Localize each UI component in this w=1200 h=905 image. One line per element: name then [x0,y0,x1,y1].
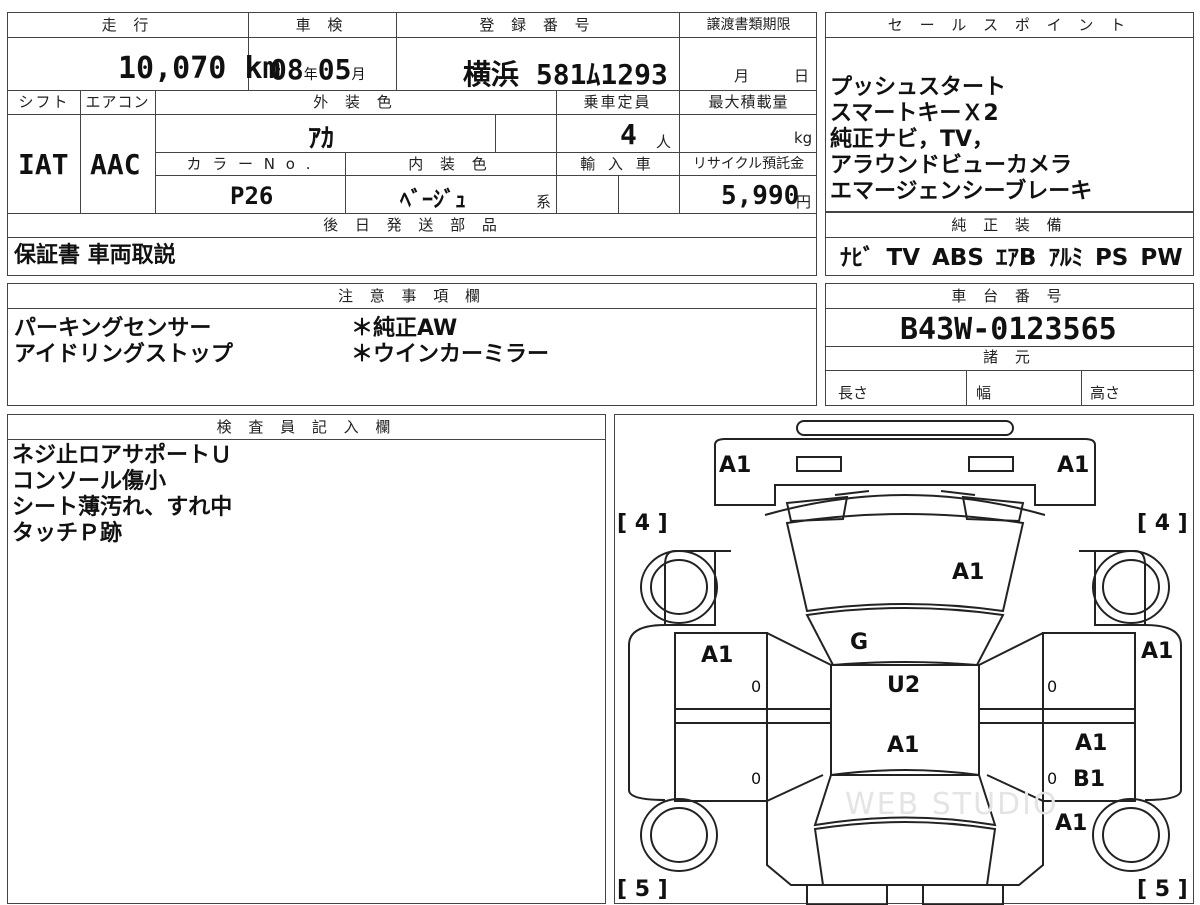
damage-mark: A1 [1055,811,1088,836]
notes-box: 注 意 事 項 欄 パーキングセンサー アイドリングストップ ＊純正AW ＊ウイ… [7,283,817,406]
recycle-value: 5,990 [721,181,800,211]
sales-points-header: セ ー ル ス ポ イ ン ト [887,16,1132,34]
inspector-item: シート薄汚れ、すれ中 [12,495,233,520]
shift-value: IAT [18,148,69,181]
sales-points-box: セ ー ル ス ポ イ ン ト プッシュスタート スマートキーＸ2 純正ナビ，T… [825,12,1194,212]
notes-header: 注 意 事 項 欄 [337,287,487,305]
note-item: アイドリングストップ [14,342,233,367]
later-parts-value: 保証書 車両取説 [14,243,176,268]
tire-bracket: [ 5 ] [1137,877,1188,902]
inspector-header: 検 査 員 記 入 欄 [216,418,397,436]
damage-mark: A1 [1057,453,1090,478]
zero-mark: 0 [1047,677,1058,696]
note-item: ＊ウインカーミラー [351,342,550,367]
shift-header: シフト [18,93,70,111]
vehicle-info-table: 走 行 車 検 登 録 番 号 譲渡書類期限 10,070 km 08年05月 … [7,12,817,276]
inspector-box: 検 査 員 記 入 欄 ネジ止ロアサポートＵ コンソール傷小 シート薄汚れ、すれ… [7,414,606,904]
shaken-value: 08年05月 [270,53,366,86]
damage-mark: A1 [952,560,985,585]
spec-width: 幅 [976,384,992,402]
chassis-value: B43W-0123565 [900,312,1117,347]
note-item: ＊純正AW [351,316,458,341]
int-color-suffix: 系 [536,193,552,211]
damage-mark: A1 [1075,731,1108,756]
import-header: 輸 入 車 [580,155,655,173]
genuine-equipment-value: ﾅﾋﾞ TV ABS ｴｱB ｱﾙﾐ PS PW [840,245,1183,271]
sales-point-item: スマートキーＸ2 [830,101,999,126]
shaken-header: 車 検 [295,16,349,34]
mileage-header: 走 行 [101,16,155,34]
chassis-box: 車 台 番 号 B43W-0123565 諸 元 長さ 幅 高さ [825,283,1194,406]
int-color-header: 内 装 色 [408,155,493,173]
zero-mark: 0 [1047,769,1058,788]
damage-mark: G [850,630,869,655]
load-unit: kg [794,129,813,147]
reg-no-value: 横浜 581ﾑ1293 [463,58,668,91]
deadline-month-unit: 月 [734,67,750,85]
genuine-equipment-box: 純 正 装 備 ﾅﾋﾞ TV ABS ｴｱB ｱﾙﾐ PS PW [825,212,1194,276]
specs-header: 諸 元 [983,348,1036,366]
damage-mark: A1 [1141,639,1174,664]
int-color-value: ﾍﾞｰｼﾞｭ [400,188,467,213]
sales-point-item: アラウンドビューカメラ [830,153,1073,178]
zero-mark: 0 [751,677,762,696]
damage-mark: A1 [887,733,920,758]
spec-length: 長さ [838,384,869,402]
max-load-header: 最大積載量 [708,93,789,111]
inspector-item: タッチＰ跡 [12,521,123,546]
recycle-header: リサイクル預託金 [692,156,805,172]
inspector-item: コンソール傷小 [12,469,167,494]
inspector-item: ネジ止ロアサポートＵ [12,443,233,468]
color-no-value: P26 [230,182,274,210]
spec-height: 高さ [1090,384,1121,402]
damage-mark: B1 [1073,767,1106,792]
ext-color-header: 外 装 色 [313,93,398,111]
car-diagram-box: A1 A1 A1 A1 G A1 U2 A1 A1 B1 A1 B1 0 0 0… [614,414,1194,905]
transfer-deadline-header: 譲渡書類期限 [706,17,791,33]
tire-bracket: [ 5 ] [617,877,668,902]
aircon-value: AAC [90,148,141,181]
note-item: パーキングセンサー [14,316,212,341]
capacity-value: 4 [620,118,637,151]
aircon-header: エアコン [85,93,150,111]
capacity-unit: 人 [656,133,672,151]
sales-point-item: 純正ナビ，TV， [830,127,995,152]
sales-point-item: エマージェンシーブレーキ [830,179,1093,204]
zero-mark: 0 [751,769,762,788]
sales-point-item: プッシュスタート [830,75,1007,100]
genuine-equipment-header: 純 正 装 備 [951,216,1068,234]
damage-mark: A1 [719,453,752,478]
tire-bracket: [ 4 ] [617,511,668,536]
recycle-unit: 円 [796,193,812,211]
mileage-value: 10,070 km [118,51,281,86]
watermark: WEB STUDIO [845,787,1059,822]
damage-mark: U2 [887,673,921,698]
capacity-header: 乗車定員 [583,93,652,111]
later-parts-header: 後 日 発 送 部 品 [323,216,503,234]
color-no-header: カ ラ ー N o . [186,155,314,173]
ext-color-value: ｱｶ [308,124,335,154]
damage-mark: A1 [701,643,734,668]
deadline-day-unit: 日 [794,67,810,85]
reg-no-header: 登 録 番 号 [479,16,596,34]
chassis-header: 車 台 番 号 [951,287,1068,305]
tire-bracket: [ 4 ] [1137,511,1188,536]
